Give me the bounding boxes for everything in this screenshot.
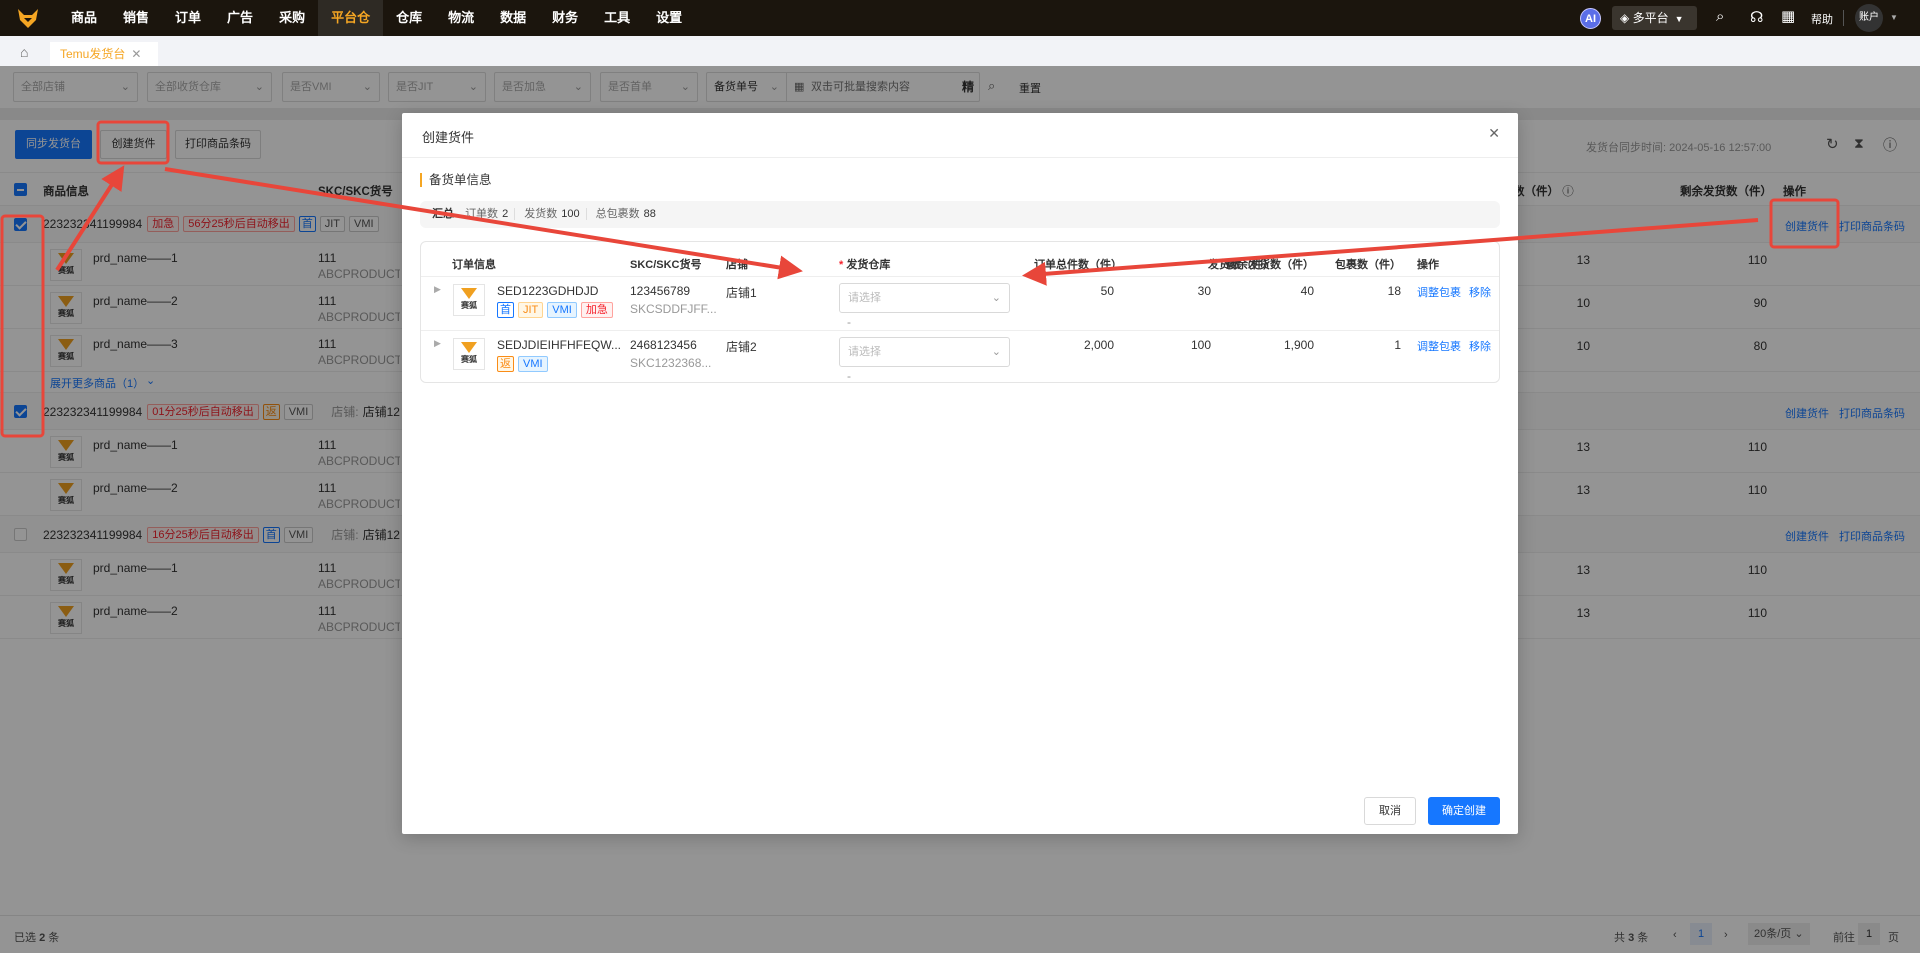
order-tags: 首 JIT VMI 加急 — [497, 302, 617, 318]
shop: 店铺1 — [726, 286, 757, 300]
header-packages: 包裹数（件） — [1335, 259, 1401, 271]
top-nav: 商品 销售 订单 广告 采购 平台仓 仓库 物流 数据 财务 工具 设置 AI ◈ 多平台 ▼ ⌕ ☊ … — [0, 0, 1920, 36]
thumbnail-logo-text: 赛狐 — [461, 355, 477, 364]
tab-temu-shipping[interactable]: Temu发货台 ✕ — [50, 42, 158, 66]
summary-packages: 总包裹数 88 — [595, 208, 656, 220]
order-row: ▶ 赛狐 SED1223GDHDJD 首 JIT VMI 加急 123456789 SKCSDD… — [421, 276, 1499, 330]
cancel-button[interactable]: 取消 — [1364, 797, 1416, 825]
ship-qty: 100 — [1190, 338, 1211, 352]
close-tab-icon[interactable]: ✕ — [131, 47, 141, 61]
nav-item[interactable]: 销售 — [110, 0, 162, 36]
nav-item[interactable]: 财务 — [539, 0, 591, 36]
divider — [402, 157, 1518, 158]
dialog-title: 创建货件 — [422, 130, 475, 145]
warehouse-placeholder: 请选择 — [848, 346, 881, 358]
tag-badge: JIT — [518, 302, 544, 318]
tag-badge: 加急 — [580, 302, 613, 318]
warehouse-note: - — [847, 315, 851, 329]
order-tags: 返 VMI — [497, 356, 552, 372]
ai-button[interactable]: AI — [1580, 8, 1601, 29]
tag-badge: 返 — [497, 356, 514, 372]
grid-icon[interactable]: ▦ — [1781, 7, 1795, 25]
nav-item[interactable]: 采购 — [266, 0, 318, 36]
summary-ship: 发货数 100 — [524, 208, 580, 220]
close-icon[interactable]: ✕ — [1488, 125, 1500, 142]
remaining-qty: 1,900 — [1283, 338, 1314, 352]
adjust-packages-link[interactable]: 调整包裹 — [1417, 284, 1461, 300]
product-thumbnail: 赛狐 — [453, 338, 485, 370]
caret-down-icon: ▼ — [1674, 14, 1684, 24]
expand-row-icon[interactable]: ▶ — [434, 338, 441, 349]
nav-item[interactable]: 广告 — [214, 0, 266, 36]
headset-icon[interactable]: ☊ — [1750, 8, 1763, 26]
search-icon[interactable]: ⌕ — [1716, 8, 1724, 25]
header-skc: SKC/SKC货号 — [630, 259, 702, 271]
order-row: ▶ 赛狐 SEDJDIEIHFHFEQW... 返 VMI 2468123456 SKC12… — [421, 330, 1499, 384]
remaining-qty: 40 — [1300, 284, 1314, 298]
warehouse-select[interactable]: 请选择 ⌄ — [839, 283, 1010, 313]
nav-item[interactable]: 物流 — [435, 0, 487, 36]
remove-link[interactable]: 移除 — [1469, 338, 1491, 354]
divider — [1843, 10, 1844, 26]
main-menu: 商品 销售 订单 广告 采购 平台仓 仓库 物流 数据 财务 工具 设置 — [58, 0, 695, 36]
order-number: SED1223GDHDJD — [497, 284, 599, 298]
section-title: 备货单信息 — [420, 173, 492, 187]
ship-qty: 30 — [1197, 284, 1211, 298]
product-thumbnail: 赛狐 — [453, 284, 485, 316]
order-number: SEDJDIEIHFHFEQW... — [497, 338, 622, 352]
summary-bar: 汇总 订单数 2 发货数 100 总包裹数 88 — [420, 201, 1500, 228]
tag-badge: VMI — [518, 356, 548, 372]
header-warehouse: * 发货仓库 — [839, 259, 891, 271]
account-avatar[interactable]: 账户 — [1855, 4, 1883, 32]
home-icon[interactable]: ⌂ — [20, 44, 28, 60]
help-link[interactable]: 帮助 — [1811, 11, 1833, 27]
header-total: 订单总件数（件） — [1034, 259, 1122, 271]
skc-code: SKC1232368... — [630, 356, 712, 370]
nav-item[interactable]: 设置 — [643, 0, 695, 36]
chevron-down-icon: ⌄ — [991, 346, 1001, 358]
nav-item[interactable]: 商品 — [58, 0, 110, 36]
shop: 店铺2 — [726, 340, 757, 354]
tag-badge: VMI — [547, 302, 577, 318]
summary-orders: 订单数 2 — [465, 208, 509, 220]
saihu-logo[interactable] — [16, 6, 40, 30]
header-order: 订单信息 — [452, 259, 496, 271]
skc-code: SKCSDDFJFF... — [630, 302, 717, 316]
skc: 123456789 — [630, 284, 691, 298]
chevron-down-icon: ⌄ — [991, 292, 1001, 304]
tag-badge: 首 — [497, 302, 514, 318]
nav-item[interactable]: 仓库 — [383, 0, 435, 36]
order-total: 2,000 — [1083, 338, 1114, 352]
layers-icon: ◈ — [1620, 11, 1633, 25]
summary-label: 汇总 — [432, 208, 454, 220]
expand-row-icon[interactable]: ▶ — [434, 284, 441, 295]
warehouse-placeholder: 请选择 — [848, 292, 881, 304]
confirm-create-button[interactable]: 确定创建 — [1428, 797, 1500, 825]
tab-label: Temu发货台 — [60, 47, 126, 61]
header-shop: 店铺 — [726, 259, 748, 271]
tab-bar — [0, 36, 1920, 66]
nav-item[interactable]: 订单 — [162, 0, 214, 36]
thumbnail-logo-text: 赛狐 — [461, 301, 477, 310]
fox-logo-icon — [461, 288, 477, 299]
package-count: 1 — [1394, 338, 1401, 352]
platform-switcher[interactable]: ◈ 多平台 ▼ — [1612, 6, 1697, 30]
order-table: 订单信息 SKC/SKC货号 店铺 * 发货仓库 订单总件数（件） 发货数（件）… — [420, 241, 1500, 383]
nav-item[interactable]: 数据 — [487, 0, 539, 36]
platform-label: 多平台 — [1632, 11, 1669, 25]
nav-item[interactable]: 工具 — [591, 0, 643, 36]
warehouse-note: - — [847, 369, 851, 383]
order-total: 50 — [1100, 284, 1114, 298]
caret-down-icon[interactable]: ▼ — [1890, 13, 1898, 22]
package-count: 18 — [1387, 284, 1401, 298]
skc: 2468123456 — [630, 338, 697, 352]
header-ops: 操作 — [1417, 259, 1439, 271]
remove-link[interactable]: 移除 — [1469, 284, 1491, 300]
adjust-packages-link[interactable]: 调整包裹 — [1417, 338, 1461, 354]
create-shipment-dialog: 创建货件 ✕ 备货单信息 汇总 订单数 2 发货数 100 总包裹数 88 订单信息 … — [402, 113, 1518, 834]
fox-logo-icon — [461, 342, 477, 353]
warehouse-select[interactable]: 请选择 ⌄ — [839, 337, 1010, 367]
nav-item[interactable]: 平台仓 — [318, 0, 384, 36]
